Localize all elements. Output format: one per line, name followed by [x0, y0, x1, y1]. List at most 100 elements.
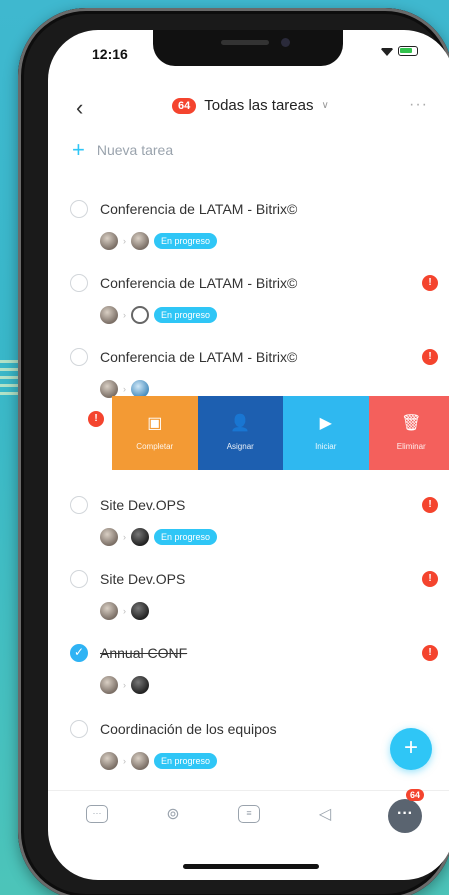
more-count-badge: 64: [406, 789, 425, 801]
person-icon: 👤: [230, 414, 251, 432]
task-item[interactable]: Conferencia de LATAM - Bitrix© › En prog…: [48, 194, 449, 264]
back-icon[interactable]: ‹: [76, 97, 83, 119]
avatar: [100, 676, 118, 694]
task-item[interactable]: Site Dev.OPS ! › En progreso: [48, 490, 449, 560]
avatar: [100, 232, 118, 250]
swiped-task-row[interactable]: ! ▣ Completar 👤 Asignar ▶ Iniciar 🗑 Elim…: [48, 396, 449, 470]
speaker: [221, 40, 269, 45]
status-badge: En progreso: [154, 307, 218, 323]
tasks-count-badge: 64: [172, 97, 197, 114]
start-button[interactable]: ▶ Iniciar: [283, 396, 369, 470]
task-checkbox[interactable]: [70, 496, 88, 514]
delete-label: Eliminar: [396, 441, 426, 451]
task-checkbox[interactable]: [70, 570, 88, 588]
status-badge: En progreso: [154, 529, 218, 545]
assign-label: Asignar: [226, 441, 254, 451]
home-indicator[interactable]: [183, 864, 319, 869]
plus-icon: +: [72, 137, 85, 162]
task-meta: › En progreso: [100, 306, 218, 324]
task-title: Conferencia de LATAM - Bitrix©: [100, 275, 298, 291]
task-meta: ›: [100, 676, 149, 694]
tab-more[interactable]: ···: [388, 799, 422, 833]
task-checkbox[interactable]: [70, 200, 88, 218]
more-icon[interactable]: ···: [409, 96, 428, 114]
phone-frame: 12:16 ‹ 64 Todas las tareas ∨ ··· + Nuev…: [18, 8, 449, 895]
task-checkbox[interactable]: [70, 644, 88, 662]
tab-feed[interactable]: ⊚: [160, 803, 186, 825]
task-item[interactable]: Conferencia de LATAM - Bitrix© ! › En pr…: [48, 268, 449, 338]
megaphone-icon: ◁: [318, 806, 332, 823]
task-meta: ›: [100, 602, 149, 620]
start-label: Iniciar: [315, 441, 337, 451]
avatar: [100, 306, 118, 324]
chevron-down-icon: ∨: [321, 100, 329, 111]
task-meta: › En progreso: [100, 752, 218, 770]
tab-bar: ··· ⊚ ≡ ◁ ··· 64: [48, 789, 449, 840]
task-checkbox[interactable]: [70, 274, 88, 292]
alert-badge: !: [422, 571, 438, 587]
assign-button[interactable]: 👤 Asignar: [197, 396, 283, 470]
arrow-right-icon: ›: [123, 756, 126, 766]
task-item[interactable]: Annual CONF ! ›: [48, 638, 449, 708]
page-title: Todas las tareas: [204, 97, 314, 114]
avatar: [131, 306, 149, 324]
battery-icon: [398, 46, 418, 56]
avatar: [131, 602, 149, 620]
alert-badge: !: [88, 411, 104, 427]
swipe-actions: ▣ Completar 👤 Asignar ▶ Iniciar 🗑 Elimin…: [112, 396, 449, 470]
task-checkbox[interactable]: [70, 348, 88, 366]
task-title: Site Dev.OPS: [100, 497, 186, 513]
avatar: [131, 752, 149, 770]
title-dropdown[interactable]: 64 Todas las tareas ∨: [172, 97, 329, 114]
task-meta: › En progreso: [100, 232, 218, 250]
trash-icon: 🗑: [401, 414, 422, 432]
task-title: Site Dev.OPS: [100, 571, 186, 587]
status-time: 12:16: [92, 46, 128, 62]
add-task-button[interactable]: +: [390, 728, 432, 770]
complete-icon: ▣: [147, 414, 163, 432]
arrow-right-icon: ›: [123, 310, 126, 320]
avatar: [131, 232, 149, 250]
avatar: [100, 602, 118, 620]
arrow-right-icon: ›: [123, 680, 126, 690]
alert-badge: !: [422, 497, 438, 513]
wifi-icon: [380, 48, 394, 56]
avatar: [100, 752, 118, 770]
tab-tasks[interactable]: ≡: [236, 803, 262, 825]
feed-icon: ⊚: [166, 806, 180, 823]
new-task-button[interactable]: + Nueva tarea: [72, 137, 174, 162]
arrow-right-icon: ›: [123, 532, 126, 542]
task-title: Conferencia de LATAM - Bitrix©: [100, 349, 298, 365]
task-meta: › En progreso: [100, 528, 218, 546]
task-item[interactable]: Site Dev.OPS ! ›: [48, 564, 449, 634]
alert-badge: !: [422, 645, 438, 661]
status-badge: En progreso: [154, 753, 218, 769]
camera: [281, 38, 290, 47]
alert-badge: !: [422, 349, 438, 365]
arrow-right-icon: ›: [123, 384, 126, 394]
avatar: [131, 676, 149, 694]
notch: [153, 30, 343, 66]
complete-label: Completar: [136, 441, 174, 451]
tab-chat[interactable]: ···: [84, 803, 110, 825]
alert-badge: !: [422, 275, 438, 291]
complete-button[interactable]: ▣ Completar: [112, 396, 198, 470]
tasks-icon: ≡: [238, 805, 260, 823]
header: ‹ 64 Todas las tareas ∨ ···: [48, 88, 449, 128]
new-task-label: Nueva tarea: [96, 142, 174, 158]
tab-notifications[interactable]: ◁: [312, 803, 338, 825]
task-checkbox[interactable]: [70, 720, 88, 738]
delete-button[interactable]: 🗑 Eliminar: [368, 396, 449, 470]
avatar: [100, 528, 118, 546]
task-item[interactable]: Coordinación de los equipos › En progres…: [48, 714, 449, 784]
phone-screen: 12:16 ‹ 64 Todas las tareas ∨ ··· + Nuev…: [48, 30, 449, 880]
status-badge: En progreso: [154, 233, 218, 249]
play-icon: ▶: [319, 414, 332, 432]
arrow-right-icon: ›: [123, 606, 126, 616]
avatar: [131, 528, 149, 546]
task-title: Annual CONF: [100, 645, 188, 661]
arrow-right-icon: ›: [123, 236, 126, 246]
chat-icon: ···: [86, 805, 108, 823]
task-title: Coordinación de los equipos: [100, 721, 277, 737]
status-icons: [380, 46, 418, 56]
